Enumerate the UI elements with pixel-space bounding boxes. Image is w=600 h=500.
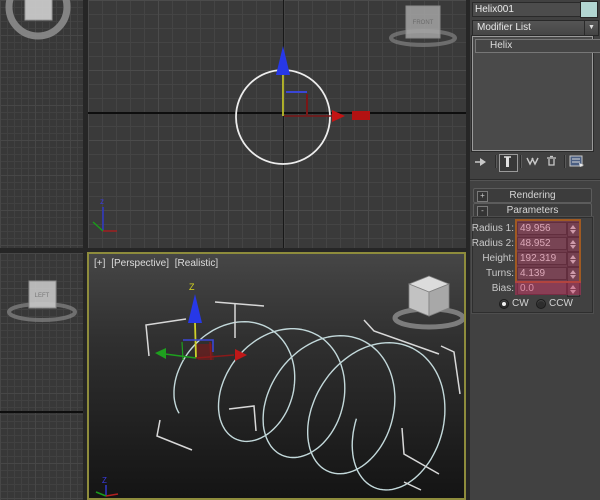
svg-text:LEFT: LEFT: [35, 293, 50, 299]
show-end-result-icon: [504, 156, 511, 167]
param-row-bias: Bias: 0.0: [470, 282, 600, 297]
radius1-spinner[interactable]: [567, 222, 580, 237]
radius1-label: Radius 1:: [471, 223, 514, 234]
height-spinner[interactable]: [567, 252, 580, 267]
gizmo-z-arrow[interactable]: [188, 294, 202, 323]
toolbar-separator: [495, 155, 497, 168]
param-row-radius1: Radius 1: 49.956: [470, 222, 600, 237]
toolbar-separator: [520, 155, 522, 168]
viewport-left[interactable]: LEFT: [0, 253, 83, 500]
gizmo-z-label: Z: [189, 282, 195, 292]
viewcube-perspective[interactable]: [392, 275, 464, 330]
modifier-list-label: Modifier List: [477, 22, 531, 33]
radius2-field[interactable]: 48.952: [517, 237, 567, 250]
bias-label: Bias:: [491, 283, 514, 294]
object-color-swatch[interactable]: [580, 1, 598, 18]
radius2-label: Radius 2:: [471, 238, 514, 249]
remove-modifier-button[interactable]: [544, 154, 561, 170]
height-label: Height:: [482, 253, 514, 264]
pin-stack-icon: [475, 158, 486, 166]
configure-modifier-sets-icon: [569, 155, 584, 167]
rendering-rollout-header[interactable]: + Rendering: [473, 188, 592, 203]
gizmo-x-arrow[interactable]: [332, 110, 345, 122]
world-axis-tripod-perspective: Z: [95, 476, 119, 497]
viewcube-ring-topleft[interactable]: [0, 0, 83, 60]
parameters-rollout-label: Parameters: [506, 205, 559, 216]
configure-modifier-sets-button[interactable]: [569, 154, 586, 170]
height-field[interactable]: 192.319: [517, 252, 567, 265]
bias-field[interactable]: 0.0: [517, 282, 567, 295]
ccw-radio[interactable]: [536, 299, 546, 309]
modifier-stack-list[interactable]: Helix: [471, 35, 600, 152]
svg-text:z: z: [100, 197, 104, 206]
cw-radio[interactable]: [499, 299, 509, 309]
make-unique-button[interactable]: [525, 154, 542, 170]
viewport-top-left[interactable]: [0, 0, 83, 248]
parameters-rollout-header[interactable]: - Parameters: [473, 203, 592, 218]
remove-modifier-icon: [547, 155, 556, 166]
viewcube-left[interactable]: LEFT: [7, 280, 77, 322]
turns-field[interactable]: 4.139: [517, 267, 567, 280]
world-axis-tripod-top: z: [92, 197, 117, 232]
viewport-perspective[interactable]: [+] [Perspective] [Realistic] Z Z: [87, 252, 466, 500]
rendering-rollout-label: Rendering: [509, 190, 556, 201]
command-panel: Modifier List ▼ Helix: [470, 0, 600, 500]
panel-divider: [470, 179, 600, 181]
modifier-stack-item-helix[interactable]: Helix: [475, 39, 600, 53]
pin-stack-button[interactable]: [474, 154, 491, 170]
3dsmax-window: FRONT z LEFT [+] [Perspective] [Realisti…: [0, 0, 600, 500]
param-row-radius2: Radius 2: 48.952: [470, 237, 600, 252]
param-row-turns: Turns: 4.139: [470, 267, 600, 282]
param-row-height: Height: 192.319: [470, 252, 600, 267]
radius1-field[interactable]: 49.956: [517, 222, 567, 235]
chevron-down-icon[interactable]: ▼: [584, 21, 598, 35]
rollout-collapse-icon[interactable]: -: [477, 206, 488, 217]
object-name-input[interactable]: [472, 2, 581, 17]
direction-radio-row: CW CCW: [470, 298, 600, 311]
gizmo-z-arrow[interactable]: [276, 46, 290, 75]
modifier-list-dropdown[interactable]: Modifier List ▼: [472, 20, 599, 36]
toolbar-separator: [564, 155, 566, 168]
ccw-label: CCW: [549, 298, 573, 309]
world-axis-line-left: [0, 411, 83, 413]
make-unique-icon: [526, 157, 539, 166]
bias-spinner[interactable]: [567, 282, 580, 297]
gizmo-x-arrow[interactable]: [235, 349, 247, 361]
gizmo-y-arrow[interactable]: [155, 348, 166, 359]
show-end-result-button[interactable]: [499, 154, 518, 172]
rollout-expand-icon[interactable]: +: [477, 191, 488, 202]
svg-text:Z: Z: [102, 476, 107, 485]
svg-text:FRONT: FRONT: [413, 20, 434, 26]
viewport-top[interactable]: FRONT z: [88, 0, 466, 248]
radius2-spinner[interactable]: [567, 237, 580, 252]
cw-label: CW: [512, 298, 529, 309]
helix-spline-path[interactable]: [173, 321, 446, 491]
viewcube-top[interactable]: FRONT: [389, 5, 457, 47]
turns-label: Turns:: [486, 268, 514, 279]
transform-gizmo-top[interactable]: [276, 46, 370, 122]
modifier-stack-toolbar: [470, 153, 600, 172]
turns-spinner[interactable]: [567, 267, 580, 282]
